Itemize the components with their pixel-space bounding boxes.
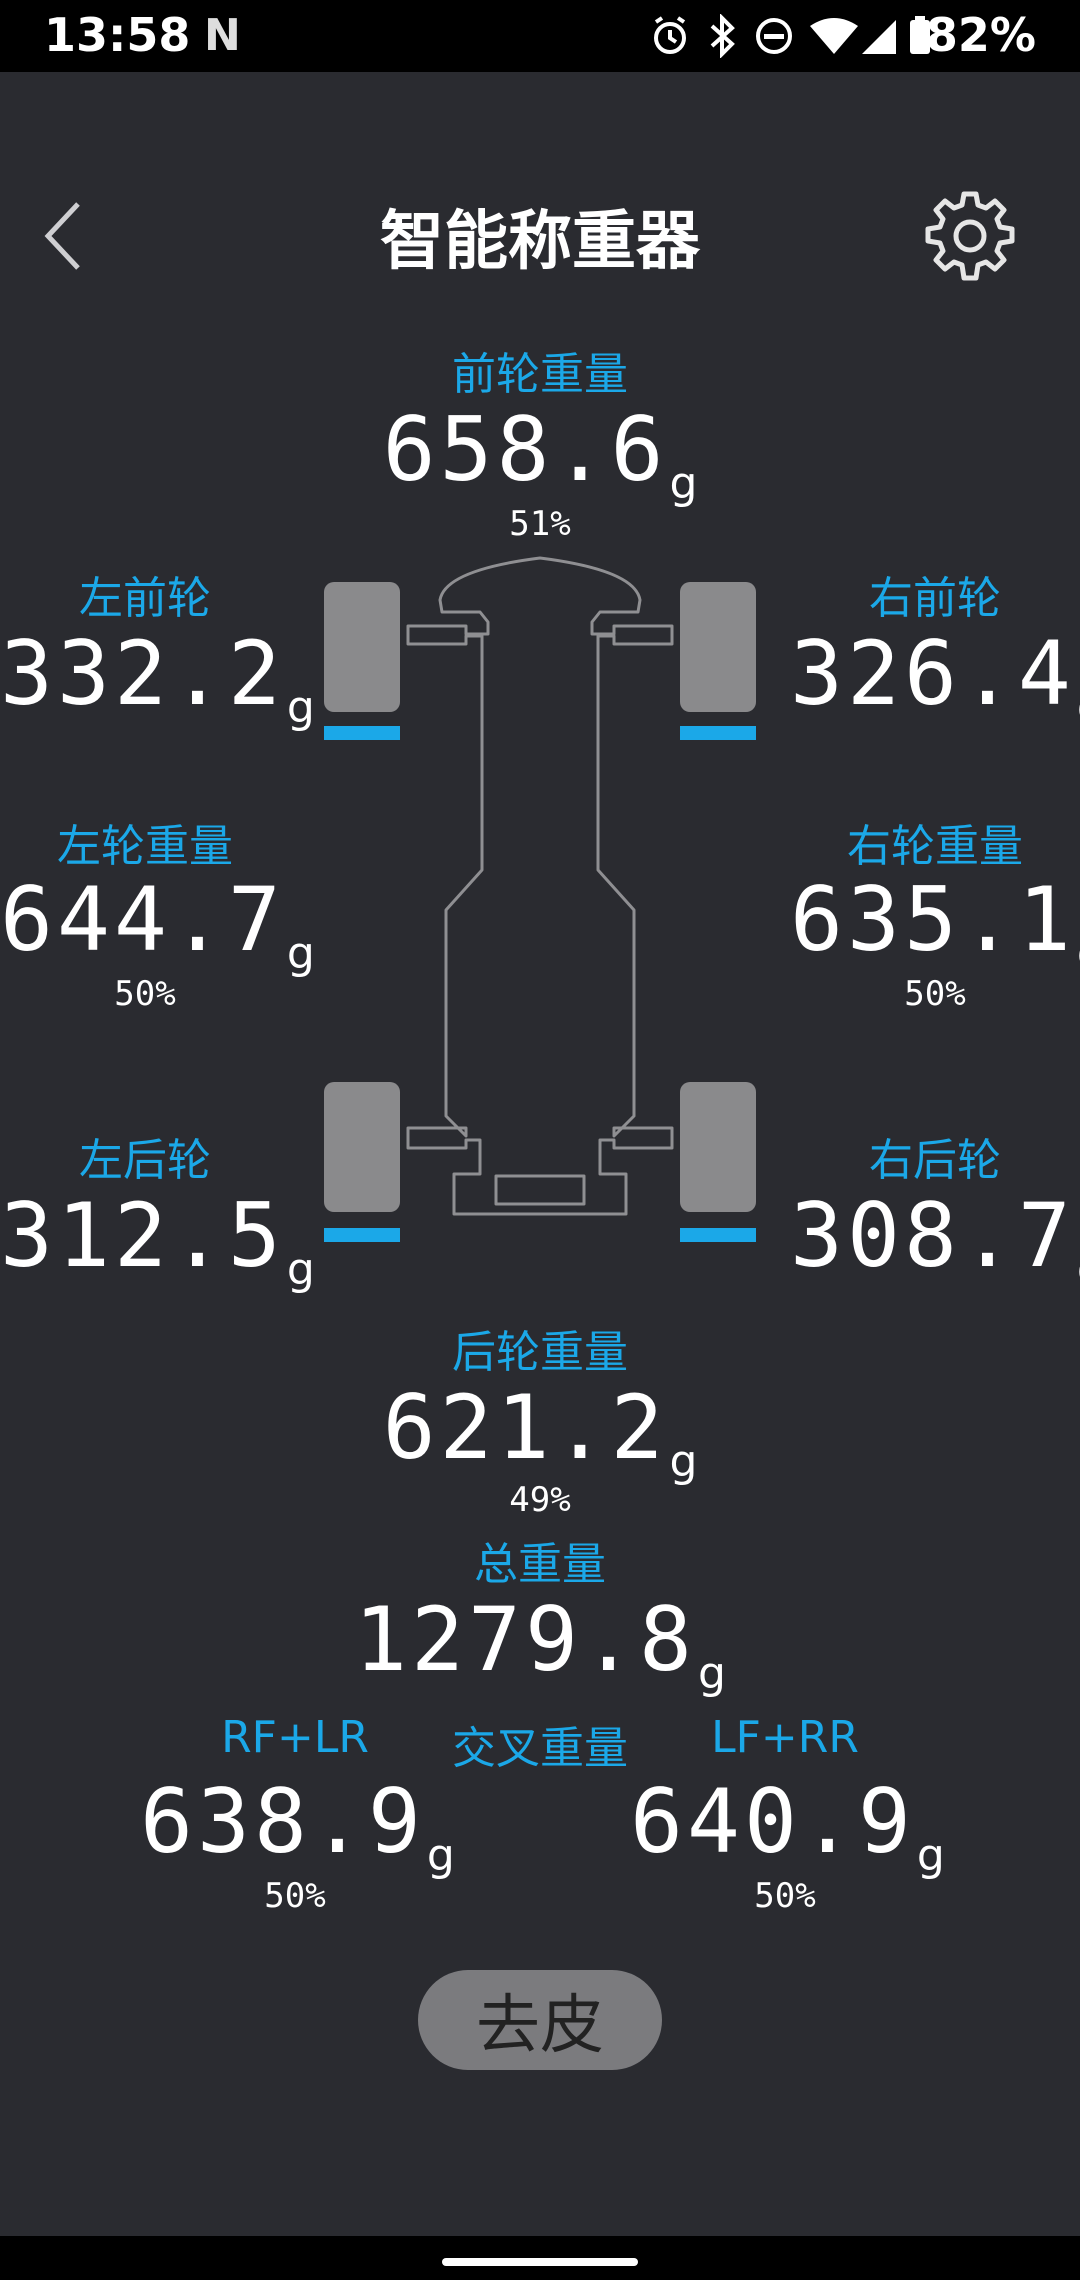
- front-weight-percent: 51%: [509, 504, 571, 544]
- right-front-label: 右前轮: [869, 573, 1001, 624]
- right-front-number: 326.4: [790, 622, 1075, 725]
- left-rear-indicator: [324, 1228, 400, 1242]
- left-front-label: 左前轮: [79, 573, 211, 624]
- right-front-indicator: [680, 726, 756, 740]
- lf-rr-label: LF+RR: [711, 1712, 859, 1763]
- front-weight-value: 658.6g: [340, 406, 740, 506]
- rear-weight-number: 621.2: [382, 1376, 668, 1479]
- notification-n-icon: N: [204, 10, 241, 61]
- right-rear-number: 308.7: [790, 1184, 1075, 1287]
- rear-weight-value: 621.2g: [340, 1384, 740, 1484]
- tare-button[interactable]: 去皮: [418, 1970, 662, 2070]
- dnd-icon: [756, 18, 792, 54]
- right-weight-value: 635.1g: [790, 876, 1080, 976]
- left-weight-percent: 50%: [114, 974, 176, 1014]
- car-chassis-diagram: [324, 556, 756, 1242]
- left-rear-value: 312.5g: [0, 1192, 315, 1292]
- lf-rr-number: 640.9: [630, 1770, 915, 1873]
- front-weight-label: 前轮重量: [452, 349, 628, 400]
- right-rear-value: 308.7g: [790, 1192, 1080, 1292]
- right-rear-label: 右后轮: [869, 1135, 1001, 1186]
- wifi-icon: [810, 18, 858, 54]
- gear-icon[interactable]: [922, 188, 1018, 284]
- page-title: 智能称重器: [380, 205, 700, 279]
- left-front-wheel: [324, 582, 400, 712]
- lf-rr-value: 640.9g: [630, 1778, 945, 1878]
- rear-weight-label: 后轮重量: [452, 1327, 628, 1378]
- rf-lr-number: 638.9: [140, 1770, 425, 1873]
- total-weight-unit: g: [697, 1648, 726, 1699]
- right-rear-indicator: [680, 1228, 756, 1242]
- battery-percent: 82%: [925, 8, 1036, 62]
- signal-icon: [862, 20, 896, 54]
- right-weight-percent: 50%: [904, 974, 966, 1014]
- chassis-outline: [406, 556, 674, 1216]
- left-front-number: 332.2: [0, 622, 285, 725]
- lf-rr-unit: g: [916, 1830, 945, 1881]
- rf-lr-value: 638.9g: [140, 1778, 455, 1878]
- status-bar: 13:58 N 82%: [0, 0, 1080, 72]
- alarm-icon: [654, 16, 686, 54]
- left-front-value: 332.2g: [0, 630, 315, 730]
- total-weight-number: 1279.8: [354, 1588, 696, 1691]
- rf-lr-percent: 50%: [264, 1876, 326, 1916]
- front-weight-number: 658.6: [382, 398, 668, 501]
- home-gesture-handle[interactable]: [442, 2258, 638, 2266]
- left-rear-wheel: [324, 1082, 400, 1212]
- right-weight-number: 635.1: [790, 868, 1075, 971]
- total-weight-value: 1279.8g: [340, 1596, 740, 1696]
- right-front-value: 326.4g: [790, 630, 1080, 730]
- rear-weight-percent: 49%: [509, 1480, 571, 1520]
- right-rear-wheel: [680, 1082, 756, 1212]
- total-weight-label: 总重量: [474, 1539, 606, 1590]
- left-weight-number: 644.7: [0, 868, 285, 971]
- right-front-wheel: [680, 582, 756, 712]
- left-weight-label: 左轮重量: [57, 821, 233, 872]
- right-weight-label: 右轮重量: [847, 821, 1023, 872]
- bluetooth-icon: [710, 14, 735, 58]
- left-front-indicator: [324, 726, 400, 740]
- left-rear-label: 左后轮: [79, 1135, 211, 1186]
- status-time: 13:58: [44, 8, 191, 62]
- lf-rr-percent: 50%: [754, 1876, 816, 1916]
- rf-lr-unit: g: [426, 1830, 455, 1881]
- left-rear-number: 312.5: [0, 1184, 285, 1287]
- front-weight-unit: g: [669, 458, 698, 509]
- left-weight-value: 644.7g: [0, 876, 315, 976]
